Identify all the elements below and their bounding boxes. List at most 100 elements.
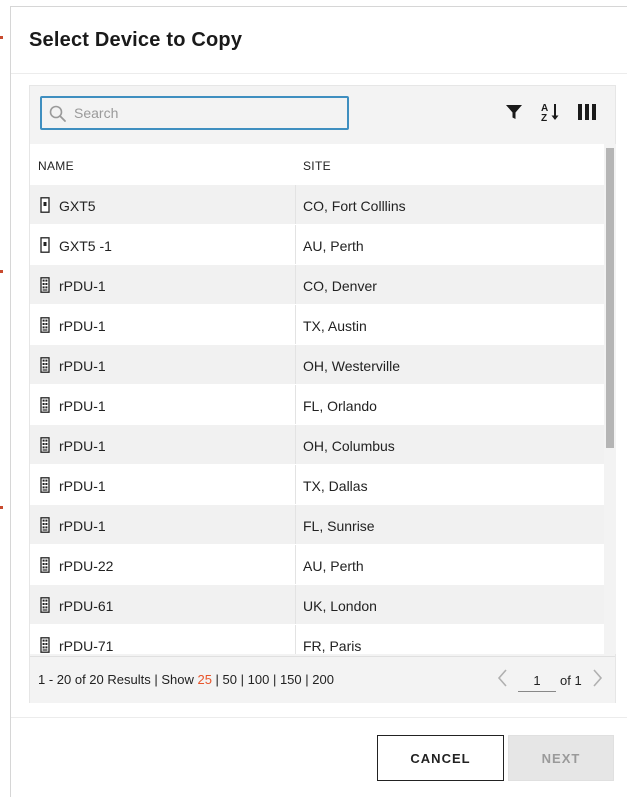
- edge-mark: [0, 506, 3, 509]
- pdu-device-icon: [40, 277, 50, 293]
- column-divider: [295, 625, 296, 654]
- column-divider: [295, 585, 296, 624]
- table-row[interactable]: rPDU-1 OH, Columbus: [30, 424, 604, 464]
- cancel-button[interactable]: CANCEL: [377, 735, 504, 781]
- results-count-text: 1 - 20 of 20 Results | Show: [38, 672, 198, 687]
- svg-text:Z: Z: [541, 113, 547, 124]
- device-site: TX, Austin: [303, 318, 367, 334]
- edge-mark: [0, 36, 3, 39]
- column-divider: [295, 505, 296, 544]
- column-divider: [295, 385, 296, 424]
- column-divider: [295, 345, 296, 384]
- column-divider: [295, 465, 296, 504]
- device-name: rPDU-1: [59, 318, 106, 334]
- filter-icon[interactable]: [502, 100, 526, 124]
- pdu-device-icon: [40, 637, 50, 653]
- page-size-separator: |: [301, 672, 313, 687]
- device-site: AU, Perth: [303, 558, 364, 574]
- edge-mark: [0, 270, 3, 273]
- pdu-device-icon: [40, 557, 50, 573]
- table-row[interactable]: rPDU-1 TX, Austin: [30, 304, 604, 344]
- columns-icon[interactable]: [575, 100, 599, 124]
- device-site: CO, Denver: [303, 278, 377, 294]
- device-site: AU, Perth: [303, 238, 364, 254]
- table-row[interactable]: rPDU-1 OH, Westerville: [30, 344, 604, 384]
- page-number-input[interactable]: [518, 669, 556, 692]
- sort-az-icon[interactable]: A Z: [538, 100, 562, 124]
- page-size-separator: |: [211, 672, 223, 687]
- table-header: NAME SITE: [30, 144, 604, 184]
- table-row[interactable]: rPDU-1 TX, Dallas: [30, 464, 604, 504]
- search-icon: [49, 105, 66, 122]
- pdu-device-icon: [40, 357, 50, 373]
- column-divider: [295, 225, 296, 264]
- chevron-right-icon[interactable]: [591, 668, 603, 688]
- page-size-options: 25 | 50 | 100 | 150 | 200: [197, 672, 333, 687]
- page-size-option[interactable]: 25: [197, 672, 211, 687]
- chevron-left-icon[interactable]: [497, 668, 509, 688]
- column-divider: [295, 265, 296, 304]
- select-device-dialog: Select Device to Copy A Z NAME: [10, 6, 627, 797]
- search-box[interactable]: [40, 96, 349, 130]
- table-row[interactable]: rPDU-1 FL, Sunrise: [30, 504, 604, 544]
- page-size-separator: |: [269, 672, 280, 687]
- device-table: NAME SITE GXT5 CO, Fort Colllins GXT5 -1 AU…: [30, 144, 604, 654]
- page-size-option[interactable]: 50: [223, 672, 237, 687]
- device-name: rPDU-1: [59, 478, 106, 494]
- footer-divider: [11, 717, 627, 718]
- table-row[interactable]: GXT5 -1 AU, Perth: [30, 224, 604, 264]
- column-divider: [295, 545, 296, 584]
- device-site: OH, Westerville: [303, 358, 400, 374]
- device-name: rPDU-1: [59, 518, 106, 534]
- search-input[interactable]: [74, 102, 334, 124]
- dialog-title: Select Device to Copy: [29, 29, 243, 51]
- table-row[interactable]: rPDU-61 UK, London: [30, 584, 604, 624]
- pdu-device-icon: [40, 437, 50, 453]
- ups-device-icon: [40, 197, 50, 213]
- device-list-panel: A Z NAME SITE GXT5CO, Fort ColllinsGXT5 …: [29, 85, 616, 703]
- column-divider: [295, 185, 296, 224]
- scrollbar-thumb[interactable]: [606, 148, 614, 448]
- device-name: rPDU-22: [59, 558, 114, 574]
- page-total: of 1: [560, 673, 582, 688]
- table-row[interactable]: rPDU-1 FL, Orlando: [30, 384, 604, 424]
- page-size-separator: |: [237, 672, 248, 687]
- device-site: FL, Orlando: [303, 398, 377, 414]
- device-site: FL, Sunrise: [303, 518, 375, 534]
- device-name: rPDU-1: [59, 278, 106, 294]
- device-name: rPDU-71: [59, 638, 114, 654]
- column-header-site[interactable]: SITE: [303, 159, 331, 173]
- table-footer: 1 - 20 of 20 Results | Show 25 | 50 | 10…: [30, 656, 615, 703]
- table-row[interactable]: rPDU-1 CO, Denver: [30, 264, 604, 304]
- device-name: rPDU-1: [59, 358, 106, 374]
- device-site: CO, Fort Colllins: [303, 198, 406, 214]
- pdu-device-icon: [40, 597, 50, 613]
- page-size-option[interactable]: 200: [312, 672, 334, 687]
- device-site: UK, London: [303, 598, 377, 614]
- device-site: OH, Columbus: [303, 438, 395, 454]
- title-divider: [11, 73, 627, 74]
- device-site: FR, Paris: [303, 638, 362, 654]
- pdu-device-icon: [40, 477, 50, 493]
- page-size-option[interactable]: 150: [280, 672, 302, 687]
- pdu-device-icon: [40, 317, 50, 333]
- pdu-device-icon: [40, 517, 50, 533]
- device-name: GXT5: [59, 198, 96, 214]
- page-size-option[interactable]: 100: [248, 672, 270, 687]
- table-row[interactable]: rPDU-22 AU, Perth: [30, 544, 604, 584]
- ups-device-icon: [40, 237, 50, 253]
- table-row[interactable]: rPDU-71 FR, Paris: [30, 624, 604, 654]
- next-button[interactable]: NEXT: [508, 735, 614, 781]
- column-divider: [295, 305, 296, 344]
- device-name: rPDU-1: [59, 438, 106, 454]
- vertical-scrollbar[interactable]: [604, 144, 616, 654]
- table-row[interactable]: GXT5 CO, Fort Colllins: [30, 184, 604, 224]
- column-divider: [295, 425, 296, 464]
- device-site: TX, Dallas: [303, 478, 368, 494]
- results-summary: 1 - 20 of 20 Results | Show 25 | 50 | 10…: [38, 672, 334, 687]
- device-name: rPDU-61: [59, 598, 114, 614]
- device-name: GXT5 -1: [59, 238, 112, 254]
- column-header-name[interactable]: NAME: [38, 159, 74, 173]
- device-name: rPDU-1: [59, 398, 106, 414]
- pdu-device-icon: [40, 397, 50, 413]
